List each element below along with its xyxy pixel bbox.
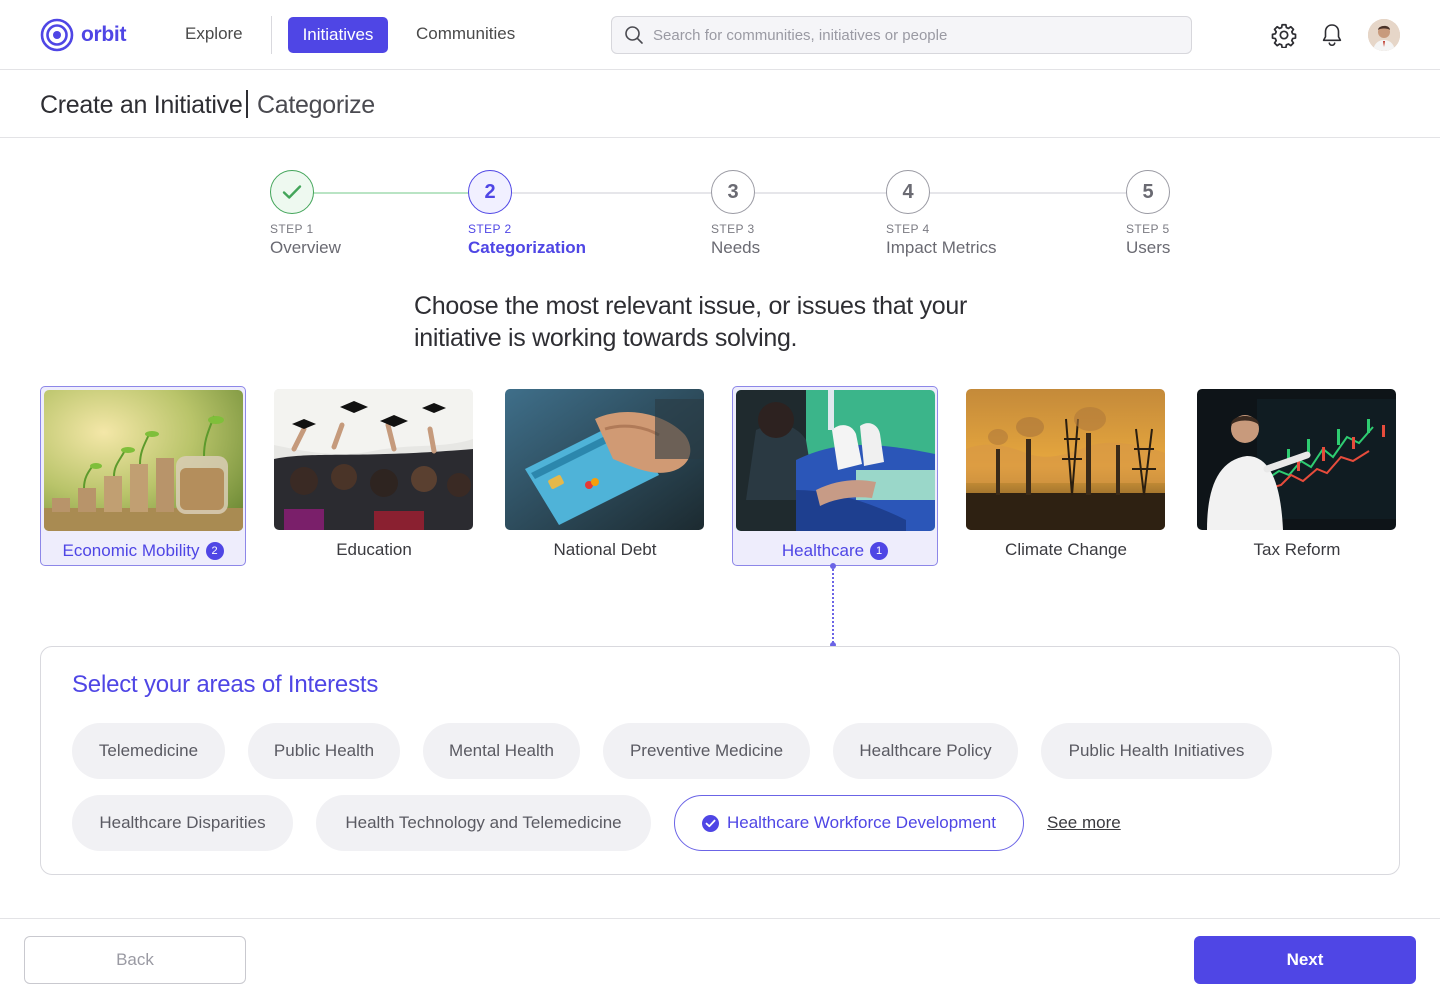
category-label: National Debt	[502, 540, 708, 560]
climate-change-image	[966, 389, 1165, 530]
step-circle: 3	[711, 170, 755, 214]
check-circle-icon	[702, 814, 719, 832]
avatar-image	[1368, 19, 1400, 51]
check-icon	[282, 185, 302, 199]
step-categorization[interactable]: 2 STEP 2 Categorization	[468, 170, 586, 258]
page-subtitle: Categorize	[257, 91, 375, 119]
step-circle-done	[270, 170, 314, 214]
page-title-bar: Create an Initiative Categorize	[0, 70, 1440, 138]
search-bar	[611, 16, 1192, 54]
interests-panel: Select your areas of Interests Telemedic…	[40, 646, 1400, 875]
step-name: Impact Metrics	[886, 238, 997, 257]
tax-reform-image	[1197, 389, 1396, 530]
category-national-debt[interactable]: National Debt	[502, 386, 708, 566]
chip-public-health[interactable]: Public Health	[248, 723, 400, 779]
gear-icon[interactable]	[1271, 22, 1297, 48]
see-more-link[interactable]: See more	[1047, 813, 1121, 833]
step-circle: 5	[1126, 170, 1170, 214]
chip-public-health-initiatives[interactable]: Public Health Initiatives	[1041, 723, 1272, 779]
step-impact-metrics[interactable]: 4 STEP 4 Impact Metrics	[886, 170, 997, 258]
search-input[interactable]	[653, 26, 1173, 44]
category-label-text: Education	[336, 540, 412, 559]
chip-health-technology-telemedicine[interactable]: Health Technology and Telemedicine	[316, 795, 651, 851]
chip-healthcare-workforce-development[interactable]: Healthcare Workforce Development	[674, 795, 1024, 851]
chip-telemedicine[interactable]: Telemedicine	[72, 723, 225, 779]
step-number: STEP 3	[711, 222, 755, 236]
category-economic-mobility[interactable]: Economic Mobility 2	[40, 386, 246, 566]
selection-count-badge: 1	[870, 542, 889, 560]
step-number: STEP 2	[468, 222, 512, 236]
step-needs[interactable]: 3 STEP 3 Needs	[711, 170, 760, 258]
question-text: Choose the most relevant issue, or issue…	[414, 292, 968, 352]
step-circle-active: 2	[468, 170, 512, 214]
page-title: Create an Initiative	[40, 91, 243, 119]
step-circle: 4	[886, 170, 930, 214]
healthcare-image	[736, 390, 935, 531]
chip-healthcare-disparities[interactable]: Healthcare Disparities	[72, 795, 293, 851]
national-debt-image	[505, 389, 704, 530]
category-label-text: Healthcare	[781, 541, 865, 560]
step-connector-3	[755, 192, 887, 194]
economic-mobility-image	[44, 390, 243, 531]
title-separator	[246, 90, 248, 118]
category-label: Healthcare 1	[733, 541, 937, 561]
category-label: Climate Change	[963, 540, 1169, 560]
interests-title: Select your areas of Interests	[72, 671, 379, 698]
next-button[interactable]: Next	[1194, 936, 1416, 984]
footer-bar: Back Next	[0, 918, 1440, 999]
step-number: STEP 5	[1126, 222, 1170, 236]
category-education[interactable]: Education	[271, 386, 477, 566]
chip-label: Healthcare Workforce Development	[727, 813, 996, 832]
chip-healthcare-policy[interactable]: Healthcare Policy	[833, 723, 1018, 779]
back-button[interactable]: Back	[24, 936, 246, 984]
step-name: Categorization	[468, 238, 587, 257]
orbit-logo[interactable]: orbit	[40, 18, 126, 52]
bell-icon[interactable]	[1320, 22, 1344, 48]
logo-text: orbit	[81, 23, 127, 46]
category-healthcare[interactable]: Healthcare 1	[732, 386, 938, 566]
step-users[interactable]: 5 STEP 5 Users	[1126, 170, 1170, 258]
nav-explore[interactable]: Explore	[185, 24, 243, 44]
top-nav: orbit Explore Initiatives Communities	[0, 0, 1440, 70]
category-label-text: Economic Mobility	[62, 541, 200, 560]
orbit-logo-icon	[40, 18, 74, 52]
category-label: Economic Mobility 2	[41, 541, 245, 561]
step-name: Overview	[270, 238, 341, 257]
step-overview[interactable]: STEP 1 Overview	[270, 170, 341, 258]
category-label-text: Climate Change	[1005, 540, 1127, 559]
connector-line	[832, 566, 834, 646]
chip-mental-health[interactable]: Mental Health	[423, 723, 580, 779]
category-label: Tax Reform	[1194, 540, 1400, 560]
education-image	[274, 389, 473, 530]
step-number: STEP 1	[270, 222, 314, 236]
search-icon	[625, 26, 643, 44]
category-label: Education	[271, 540, 477, 560]
step-number: STEP 4	[886, 222, 930, 236]
category-climate-change[interactable]: Climate Change	[963, 386, 1169, 566]
category-label-text: National Debt	[553, 540, 657, 559]
nav-communities[interactable]: Communities	[416, 24, 515, 44]
step-name: Users	[1126, 238, 1171, 257]
nav-divider	[271, 16, 272, 54]
step-name: Needs	[711, 238, 761, 257]
avatar[interactable]	[1368, 19, 1400, 51]
category-tax-reform[interactable]: Tax Reform	[1194, 386, 1400, 566]
chip-preventive-medicine[interactable]: Preventive Medicine	[603, 723, 810, 779]
category-label-text: Tax Reform	[1253, 540, 1341, 559]
selection-count-badge: 2	[205, 542, 224, 560]
nav-initiatives[interactable]: Initiatives	[288, 17, 388, 53]
